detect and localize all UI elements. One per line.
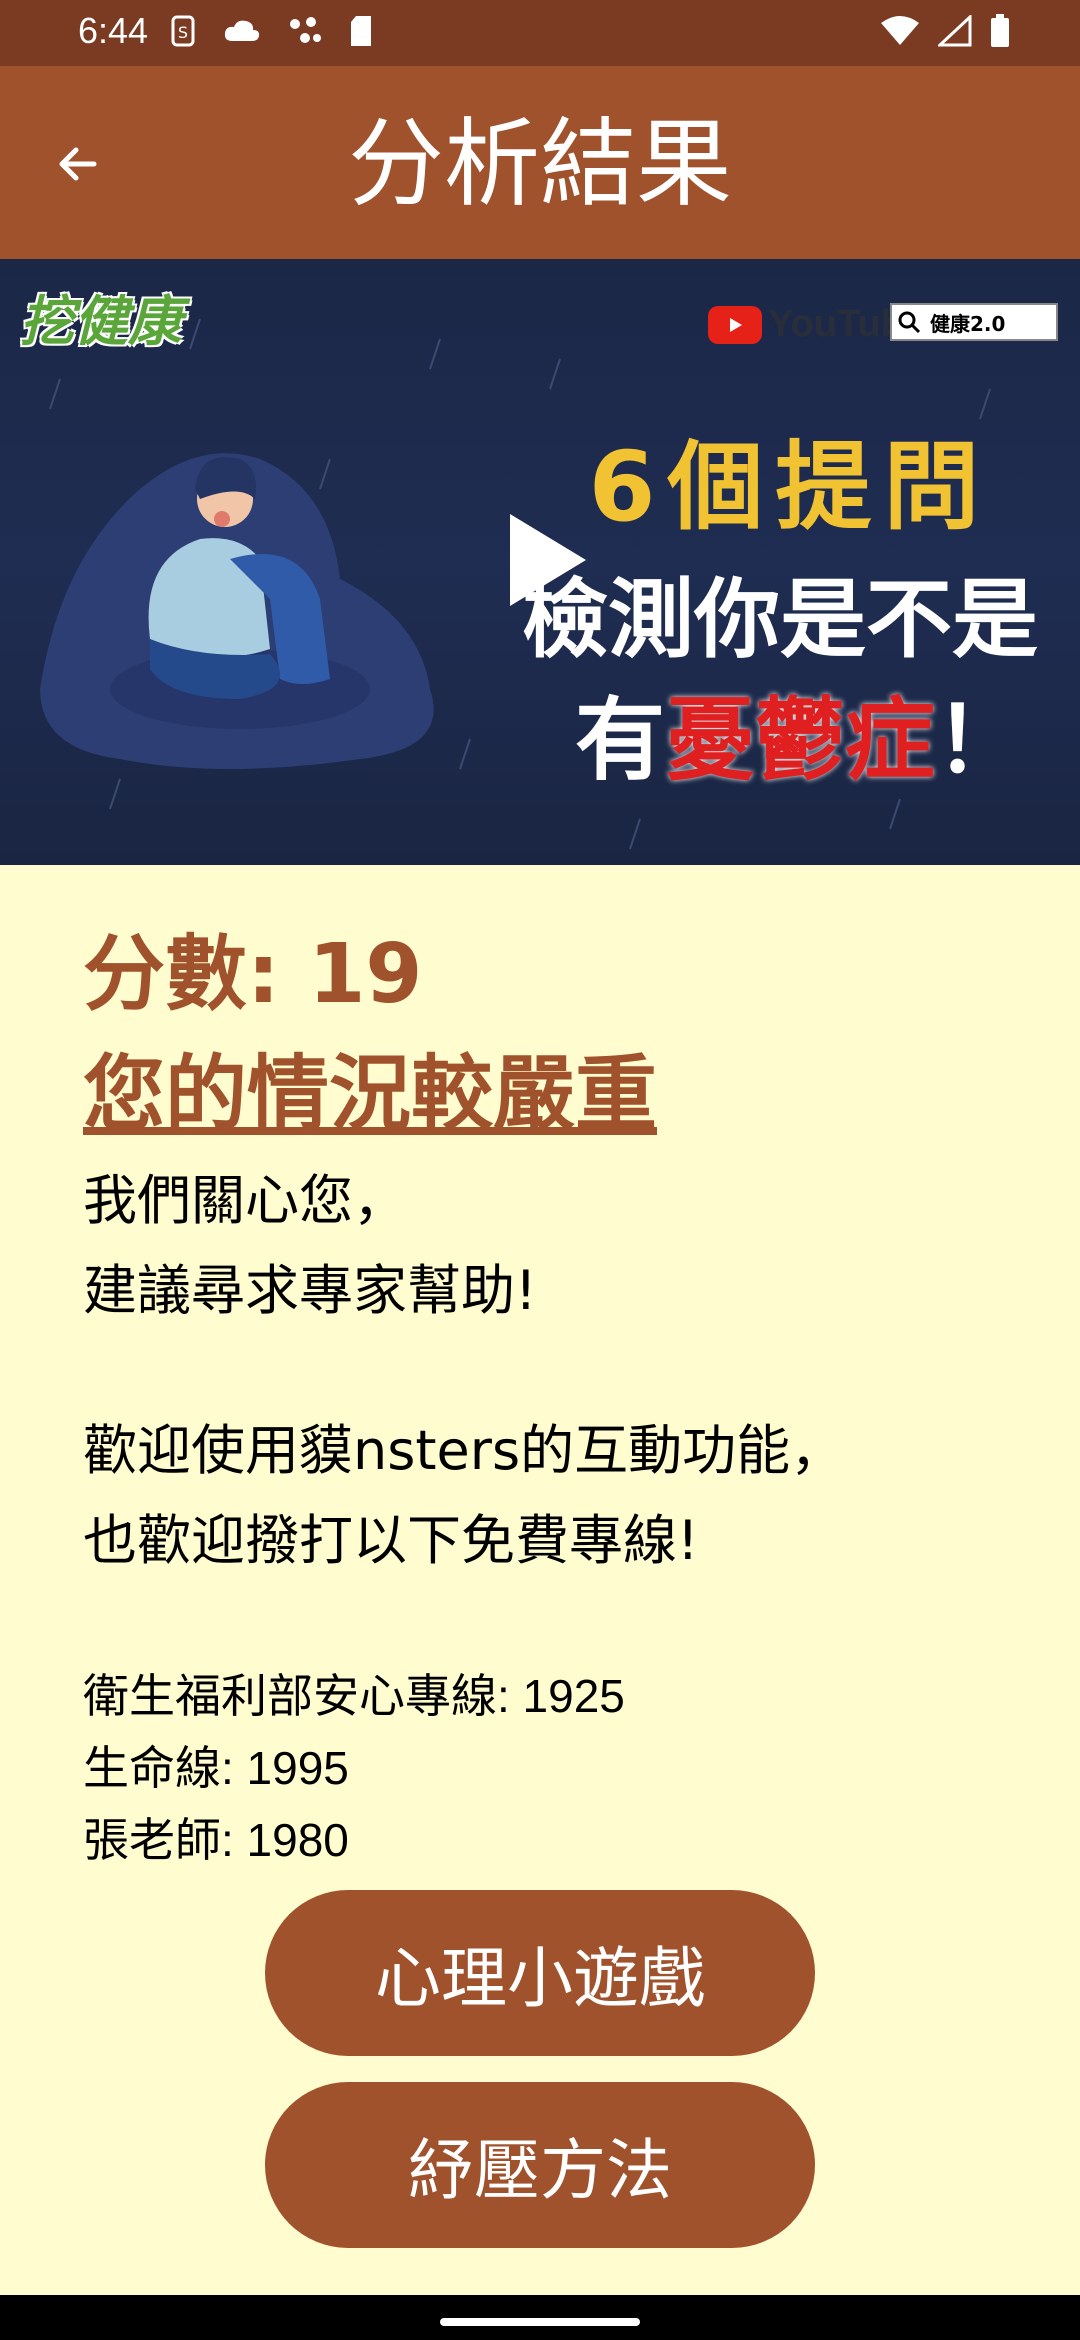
headline-prefix: 有: [575, 688, 665, 793]
status-bar: 6:44 S: [0, 0, 1080, 66]
dots-icon: [290, 17, 321, 43]
hotline-item: 張老師: 1980: [83, 1814, 349, 1866]
status-time: 6:44: [78, 10, 149, 51]
headline-highlight: 憂鬱症: [665, 688, 935, 793]
message-line: 我們關心您，: [83, 1169, 407, 1232]
youtube-icon: [708, 305, 762, 344]
battery-icon: [991, 14, 1009, 47]
score-text: 分數: 19: [83, 927, 423, 1022]
sd-card-icon: [351, 16, 371, 46]
hotline-item: 生命線: 1995: [83, 1742, 349, 1794]
channel-search-badge: 健康2.0: [890, 303, 1058, 341]
channel-name: 健康2.0: [930, 311, 1006, 336]
result-content: 分數: 19 您的情況較嚴重 我們關心您， 建議尋求專家幫助! 歡迎使用貘nst…: [83, 880, 1043, 1876]
page-title: 分析結果: [348, 108, 732, 220]
message-line: 也歡迎撥打以下免費專線!: [83, 1509, 699, 1572]
svg-text:S: S: [178, 23, 188, 42]
status-left-icons: S: [170, 14, 374, 48]
message-line: 歡迎使用貘nsters的互動功能，: [83, 1419, 845, 1482]
status-right-icons: [880, 14, 1010, 48]
stress-relief-button[interactable]: 紓壓方法: [265, 2082, 815, 2248]
psych-game-button[interactable]: 心理小遊戲: [265, 1890, 815, 2056]
thumbnail-headline-3: 有憂鬱症！: [540, 667, 1060, 797]
hotline-item: 衛生福利部安心專線: 1925: [83, 1670, 625, 1722]
wifi-icon: [881, 16, 919, 45]
cloud-icon: [224, 20, 260, 41]
hotline-list: 衛生福利部安心專線: 1925 生命線: 1995 張老師: 1980: [83, 1660, 1043, 1876]
app-bar: 分析結果: [0, 66, 1080, 259]
care-message: 我們關心您， 建議尋求專家幫助! 歡迎使用貘nsters的互動功能， 也歡迎撥打…: [83, 1156, 1043, 1586]
headline-suffix: ！: [935, 688, 1025, 793]
severity-text: 您的情況較嚴重: [83, 1047, 658, 1142]
home-handle[interactable]: [440, 2318, 640, 2326]
sim-icon: S: [171, 15, 195, 47]
signal-icon: [938, 15, 972, 47]
search-icon: [898, 311, 921, 334]
video-thumbnail[interactable]: 挖健康 YouTube 健康2.0 6個提問 檢測你是不是 有憂鬱症！: [0, 259, 1080, 865]
message-line: 建議尋求專家幫助!: [83, 1259, 537, 1322]
logo: 挖健康: [20, 290, 182, 353]
thumbnail-headline-1: 6個提問: [588, 431, 992, 543]
play-icon[interactable]: [510, 514, 586, 606]
